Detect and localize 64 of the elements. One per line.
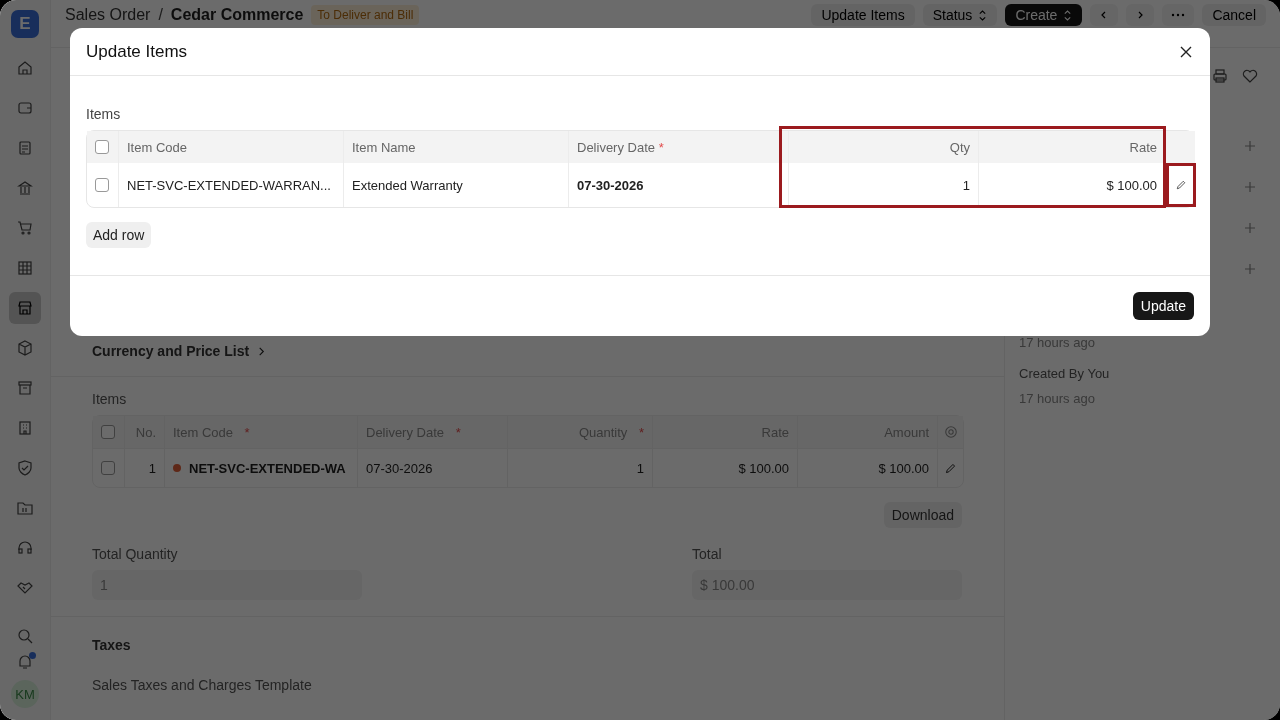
activity-text: Created By You <box>1019 366 1111 381</box>
chevron-right-icon <box>257 346 267 356</box>
plus-icon[interactable] <box>1244 181 1256 193</box>
table-cell[interactable]: Extended Warranty <box>344 163 569 207</box>
table-cell[interactable]: 07-30-2026 <box>569 163 789 207</box>
column-header: Qty <box>789 131 979 163</box>
more-button[interactable] <box>1162 4 1195 26</box>
page-title: Cedar Commerce <box>170 6 304 24</box>
chevron-up-down-icon <box>978 9 988 21</box>
column-header: Rate <box>979 131 1166 163</box>
status-badge: To Deliver and Bill <box>311 5 420 25</box>
header-button[interactable]: Create <box>1005 4 1083 26</box>
field-label: Sales Taxes and Charges Template <box>92 677 313 693</box>
section-title[interactable]: Currency and Price List <box>92 343 250 359</box>
app-logo[interactable]: E <box>11 10 39 38</box>
field-label: Total <box>692 546 723 562</box>
previous-button[interactable] <box>1090 4 1119 26</box>
section-title: Taxes <box>92 637 132 653</box>
store-icon[interactable] <box>9 292 41 324</box>
plus-icon[interactable] <box>1244 140 1256 152</box>
pencil-icon[interactable] <box>1174 179 1187 191</box>
dialog-title: Update Items <box>86 41 188 62</box>
column-header: Item Name <box>344 131 569 163</box>
table-cell[interactable]: NET-SVC-EXTENDED-WARRAN... <box>119 163 344 207</box>
more-icon <box>1171 13 1186 17</box>
breadcrumb-link[interactable]: Sales Order <box>65 6 151 24</box>
table-cell[interactable]: 1 <box>789 163 979 207</box>
update-button[interactable]: Update <box>1132 292 1194 320</box>
table-cell: 07-30-2026 <box>366 460 433 476</box>
row-checkbox[interactable] <box>101 461 115 475</box>
column-header: Item Code <box>119 131 344 163</box>
pencil-icon[interactable] <box>944 461 957 475</box>
printer-icon[interactable] <box>1212 68 1228 84</box>
header-button[interactable]: Status <box>922 4 998 26</box>
search-icon[interactable] <box>17 628 33 644</box>
bell-icon[interactable] <box>17 654 33 670</box>
table-cell[interactable]: $ 100.00 <box>979 163 1166 207</box>
header-button[interactable]: Update Items <box>811 4 915 26</box>
table-cell: 1 <box>148 460 156 476</box>
empty-column-header <box>1166 131 1195 163</box>
field-label: Items <box>92 391 128 407</box>
heart-icon[interactable] <box>1242 68 1258 84</box>
select-all-checkbox[interactable] <box>101 425 115 439</box>
cancel-button[interactable]: Cancel <box>1202 4 1266 26</box>
download-button[interactable]: Download <box>883 502 962 528</box>
settings-icon[interactable] <box>943 425 958 439</box>
plus-icon[interactable] <box>1244 263 1256 275</box>
column-header: Delivery Date * <box>569 131 789 163</box>
row-checkbox[interactable] <box>95 178 109 192</box>
user-avatar[interactable]: KM <box>11 680 39 708</box>
select-all-checkbox[interactable] <box>95 140 109 154</box>
table-cell: NET-SVC-EXTENDED-WA <box>189 460 346 476</box>
add-row-button[interactable]: Add row <box>86 222 152 248</box>
field-label: Items <box>86 106 122 122</box>
table-cell: 1 <box>636 460 644 476</box>
chevron-up-down-icon <box>1063 9 1073 21</box>
status-dot <box>173 464 181 472</box>
plus-icon[interactable] <box>1244 222 1256 234</box>
field-label: Total Quantity <box>92 546 179 562</box>
table-cell: $ 100.00 <box>738 460 789 476</box>
breadcrumb-separator: / <box>158 6 163 24</box>
table-cell: $ 100.00 <box>878 460 929 476</box>
close-icon[interactable] <box>1180 45 1192 58</box>
next-button[interactable] <box>1126 4 1155 26</box>
